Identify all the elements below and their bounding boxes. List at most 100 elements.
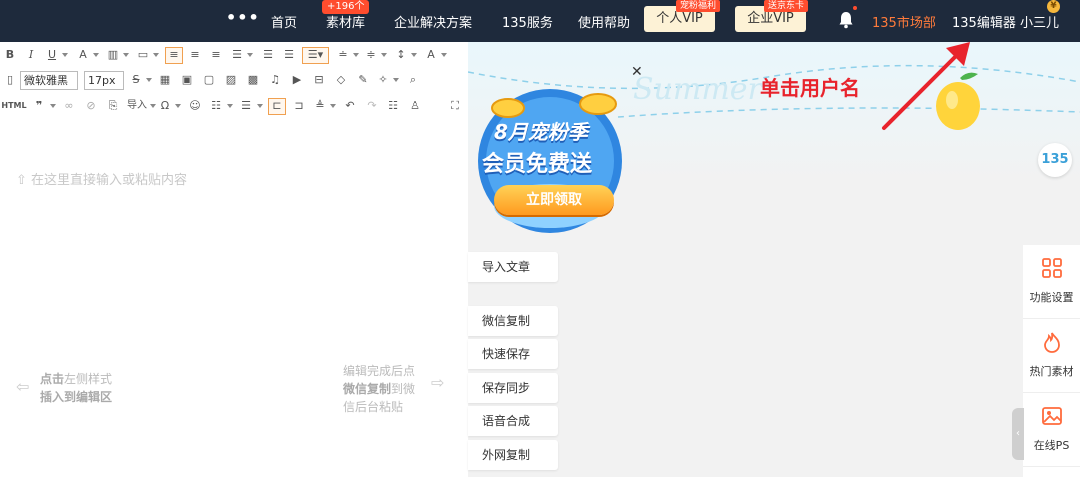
wechat-copy-button[interactable]: 微信复制 (468, 306, 558, 336)
annotation-arrow-icon (882, 42, 970, 130)
stamp-icon[interactable]: ♙ (408, 99, 422, 113)
nav-market-department[interactable]: 135市场部 (872, 12, 936, 31)
background-color-icon[interactable]: ▥ (106, 48, 120, 62)
editor-placeholder[interactable]: ⇧ 在这里直接输入或粘贴内容 (16, 169, 187, 188)
font-color-caret-icon[interactable] (93, 53, 99, 57)
collapse-rail-icon[interactable]: ‹ (1012, 408, 1024, 460)
logo-135-badge[interactable]: 135 (1038, 143, 1072, 177)
nav-home[interactable]: 首页 (271, 12, 297, 31)
line-height-caret-icon[interactable] (411, 53, 417, 57)
unordered-list-icon[interactable]: ☰ (239, 99, 253, 113)
font-family-select[interactable]: 微软雅黑 (20, 71, 78, 90)
blockquote-caret-icon[interactable] (50, 104, 56, 108)
external-copy-button[interactable]: 外网复制 (468, 440, 558, 470)
video-icon[interactable]: ▶ (290, 73, 304, 87)
voice-synthesis-button[interactable]: 语音合成 (468, 406, 558, 436)
strike-caret-icon[interactable] (146, 78, 152, 82)
arrow-left-icon: ⇦ (16, 377, 30, 396)
align-caret-icon[interactable] (247, 53, 253, 57)
more-menu-icon[interactable]: ••• (226, 8, 260, 27)
nav-material-library[interactable]: 素材库 (326, 12, 365, 31)
blockquote-icon[interactable]: ❞ (32, 99, 46, 113)
unordered-list-caret-icon[interactable] (257, 104, 263, 108)
paste-format-icon[interactable]: ⎘ (106, 99, 120, 113)
magic-wand-icon[interactable]: ✧ (376, 73, 390, 87)
table-icon[interactable]: ▦ (158, 73, 172, 87)
divider-icon[interactable]: ⊟ (312, 73, 326, 87)
letter-spacing-caret-icon[interactable] (441, 53, 447, 57)
redo-icon[interactable]: ↷ (365, 99, 379, 113)
font-color-icon[interactable]: A (76, 48, 90, 62)
toolbar-row-1: B I U A ▥ ▭ ≡ ≡ ≡ ☰ ☰ ☰ ☰▾ ≐ ≑ ↕ A (0, 44, 468, 66)
format-caret-icon[interactable] (153, 53, 159, 57)
close-promo-icon[interactable]: ✕ (631, 64, 643, 80)
emoji-icon[interactable]: ☺ (188, 99, 202, 113)
format-icon[interactable]: ▭ (136, 48, 150, 62)
bold-icon[interactable]: B (3, 48, 17, 62)
spacing-before-icon[interactable]: ≐ (336, 48, 350, 62)
claim-now-button[interactable]: 立即领取 (494, 185, 614, 215)
top-navigation-bar: ••• 首页 素材库 +196个 企业解决方案 135服务 使用帮助 个人VIP… (0, 0, 1080, 42)
gallery-icon[interactable]: ▩ (246, 73, 260, 87)
align-center-icon[interactable]: ≡ (188, 48, 202, 62)
undo-icon[interactable]: ↶ (343, 99, 357, 113)
magic-caret-icon[interactable] (393, 78, 399, 82)
special-char-caret-icon[interactable] (175, 104, 181, 108)
summer-background-word: Summer (633, 72, 762, 107)
grid-layout-icon[interactable]: ▣ (180, 73, 194, 87)
eraser-icon[interactable]: ◇ (334, 73, 348, 87)
rail-label: 功能设置 (1029, 291, 1074, 304)
background-caret-icon[interactable] (123, 53, 129, 57)
import-menu[interactable]: 导入 (124, 99, 150, 113)
rail-online-ps[interactable]: 在线PS (1023, 393, 1080, 467)
spacing-before-caret-icon[interactable] (353, 53, 359, 57)
material-count-badge: +196个 (322, 0, 370, 14)
spacing-after-caret-icon[interactable] (381, 53, 387, 57)
vertical-align-icon[interactable]: ≜ (313, 99, 327, 113)
ordered-list-caret-icon[interactable] (227, 104, 233, 108)
toolbar-row-3: HTML ❞ ∞ ⊘ ⎘ 导入 Ω ☺ ☷ ☰ ⊏ ⊐ ≜ ↶ ↷ ☷ ♙ ⛶ (0, 95, 468, 117)
nav-enterprise-solutions[interactable]: 企业解决方案 (394, 12, 472, 31)
import-article-button[interactable]: 导入文章 (468, 252, 558, 282)
line-list-icon[interactable]: ☰ (282, 48, 296, 62)
font-size-select[interactable]: 17px (84, 71, 124, 90)
brush-icon[interactable]: ✎ (356, 73, 370, 87)
special-char-icon[interactable]: Ω (158, 99, 172, 113)
align-right-icon[interactable]: ≡ (209, 48, 223, 62)
find-icon[interactable]: ⌕ (406, 73, 420, 87)
link-icon[interactable]: ∞ (62, 99, 76, 113)
template-icon[interactable]: ☷ (386, 99, 400, 113)
italic-icon[interactable]: I (24, 48, 38, 62)
ordered-list-icon[interactable]: ☷ (209, 99, 223, 113)
line-height-icon[interactable]: ↕ (394, 48, 408, 62)
letter-spacing-icon[interactable]: A (424, 48, 438, 62)
underline-icon[interactable]: U (45, 48, 59, 62)
import-caret-icon[interactable] (150, 104, 156, 108)
underline-caret-icon[interactable] (62, 53, 68, 57)
notification-dot (853, 6, 857, 10)
strikethrough-icon[interactable]: S (129, 73, 143, 87)
indent-right-icon[interactable]: ⊐ (292, 99, 306, 113)
indent-icon[interactable]: ☰ (261, 48, 275, 62)
music-icon[interactable]: ♫ (268, 73, 282, 87)
indent-left-icon[interactable]: ⊏ (268, 98, 286, 115)
quick-save-button[interactable]: 快速保存 (468, 339, 558, 369)
paragraph-spacing-icon[interactable]: ☰▾ (302, 47, 329, 64)
notification-bell-icon[interactable] (838, 11, 854, 29)
save-sync-button[interactable]: 保存同步 (468, 373, 558, 403)
page-icon[interactable]: ▢ (202, 73, 216, 87)
image-insert-icon[interactable]: ▨ (224, 73, 238, 87)
vertical-align-caret-icon[interactable] (330, 104, 336, 108)
fullscreen-icon[interactable]: ⛶ (448, 99, 462, 113)
document-icon[interactable]: ▯ (3, 73, 17, 87)
rail-function-settings[interactable]: 功能设置 (1023, 245, 1080, 319)
align-justify-icon[interactable]: ☰ (230, 48, 244, 62)
nav-help[interactable]: 使用帮助 (578, 12, 630, 31)
nav-135-services[interactable]: 135服务 (502, 12, 553, 31)
align-left-icon[interactable]: ≡ (165, 47, 183, 64)
unlink-icon[interactable]: ⊘ (84, 99, 98, 113)
html-source-button[interactable]: HTML (1, 99, 27, 113)
username-link[interactable]: 135编辑器 小三儿 (952, 12, 1059, 31)
rail-hot-materials[interactable]: 热门素材 (1023, 319, 1080, 393)
spacing-after-icon[interactable]: ≑ (364, 48, 378, 62)
